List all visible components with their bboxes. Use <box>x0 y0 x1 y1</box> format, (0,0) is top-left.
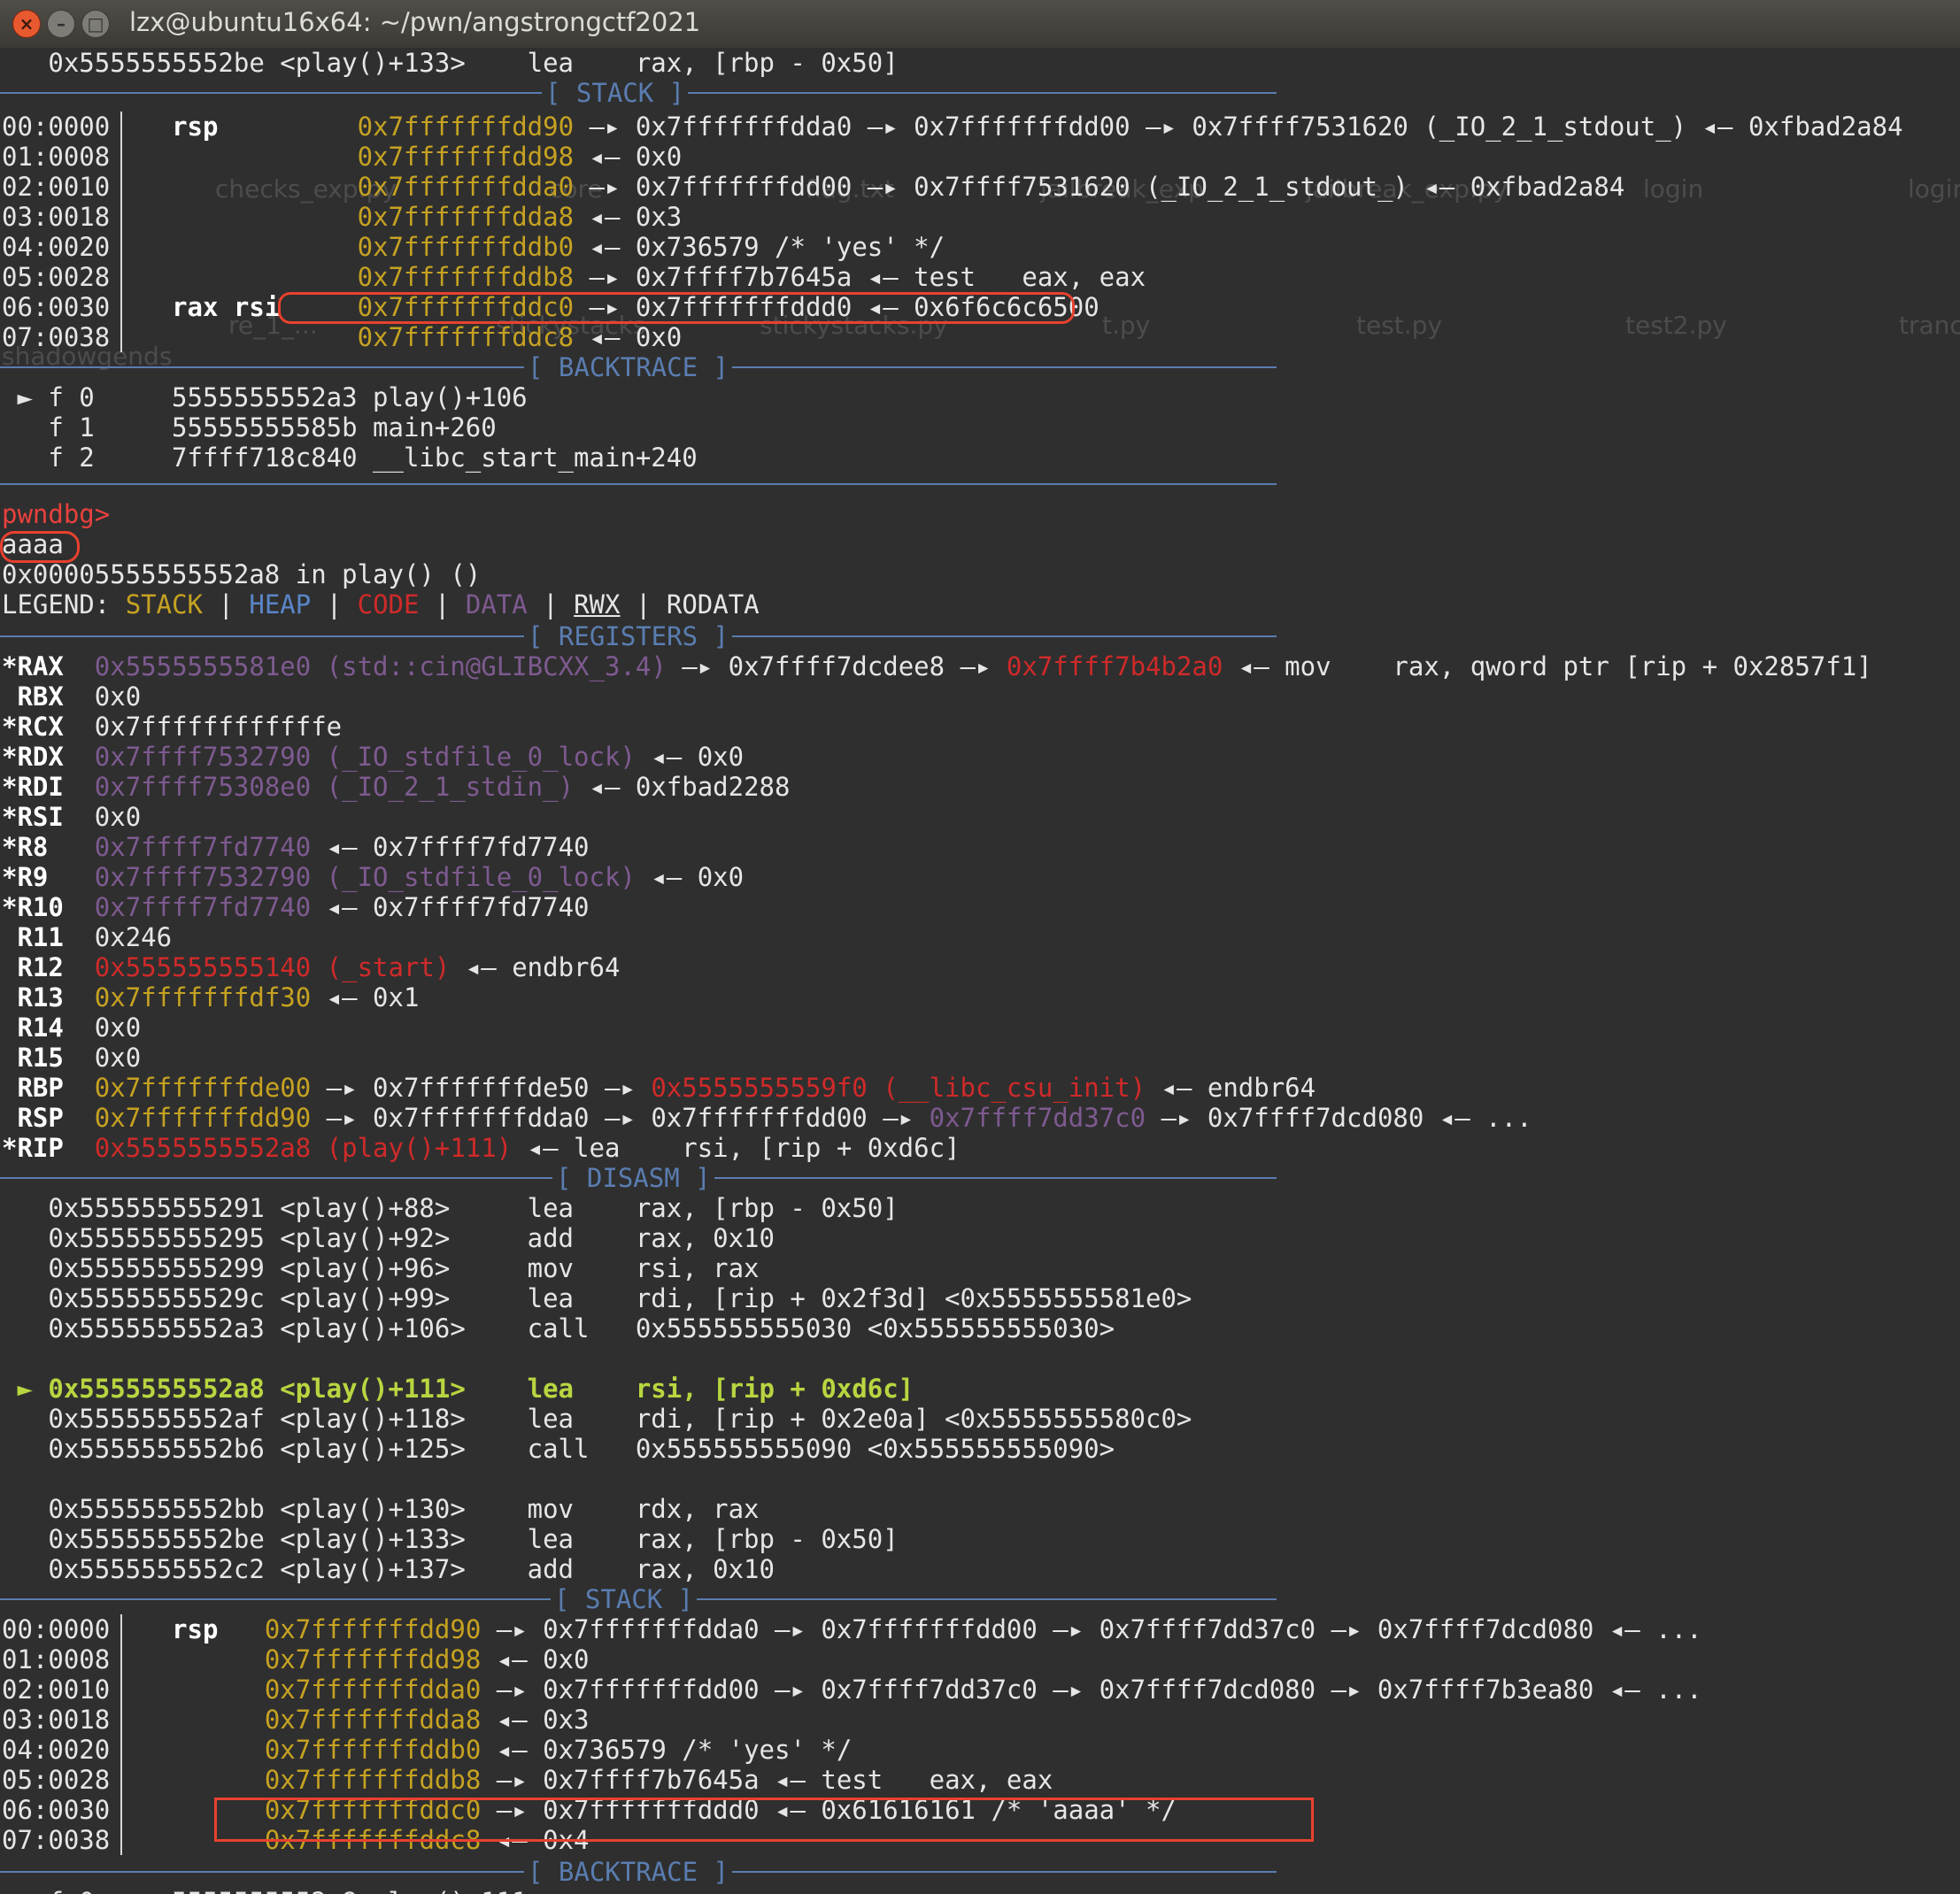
disasm-current-line: ► 0x5555555552a8 <play()+111> lea rsi, [… <box>2 1374 914 1404</box>
stack-entry: 04:0020 0x7fffffffddb0 ◂— 0x736579 /* 'y… <box>2 232 945 262</box>
register-r15: R15 0x0 <box>2 1043 142 1073</box>
register-rbp: RBP 0x7fffffffde00 —▸ 0x7fffffffde50 —▸ … <box>2 1073 1316 1103</box>
desktop-icon-label: test.py <box>1356 311 1443 340</box>
register-r12: R12 0x555555555140 (_start) ◂— endbr64 <box>2 952 621 982</box>
register-rsp: RSP 0x7fffffffdd90 —▸ 0x7fffffffdda0 —▸ … <box>2 1103 1532 1133</box>
window-titlebar: × – □ lzx@ubuntu16x64: ~/pwn/angstrongct… <box>0 0 1960 49</box>
stack-entry: 00:0000 rsp 0x7fffffffdd90 —▸ 0x7fffffff… <box>2 112 1903 142</box>
disasm-line: 0x5555555552be <play()+133> lea rax, [rb… <box>2 1524 899 1554</box>
desktop-icon-label: test2.py <box>1625 311 1727 340</box>
minimize-button[interactable]: – <box>47 10 75 38</box>
stack-header: [ STACK ] <box>542 78 689 108</box>
backtrace-frame: ► f 0 5555555552a3 play()+106 <box>2 382 528 412</box>
register-r13: R13 0x7fffffffdf30 ◂— 0x1 <box>2 982 420 1012</box>
desktop-icon-label: tranc <box>1899 311 1960 340</box>
maximize-button[interactable]: □ <box>81 10 110 38</box>
stack-entry: 04:0020 0x7fffffffddb0 ◂— 0x736579 /* 'y… <box>2 1735 853 1765</box>
disasm-line: 0x5555555552be <play()+133> lea rax, [rb… <box>2 48 899 78</box>
disasm-line: 0x5555555552af <play()+118> lea rdi, [ri… <box>2 1404 1192 1434</box>
desktop-icon-label: login <box>1908 174 1960 204</box>
backtrace-frame: f 1 55555555585b main+260 <box>2 412 497 443</box>
stack-header: [ STACK ] <box>551 1584 698 1614</box>
disasm-line: 0x5555555552a3 <play()+106> call 0x55555… <box>2 1313 1115 1344</box>
highlight-input-circle <box>0 531 80 563</box>
backtrace-header: [ BACKTRACE ] <box>524 1857 732 1887</box>
disasm-line: 0x555555555299 <play()+96> mov rsi, rax <box>2 1253 760 1283</box>
disasm-header: [ DISASM ] <box>552 1163 714 1193</box>
pwndbg-prompt: pwndbg> <box>2 499 111 529</box>
register-rbx: RBX 0x0 <box>2 681 142 712</box>
disasm-line: 0x5555555552b6 <play()+125> call 0x55555… <box>2 1434 1115 1464</box>
stack-entry: 02:0010 0x7fffffffdda0 —▸ 0x7fffffffdd00… <box>2 172 1625 202</box>
window-title: lzx@ubuntu16x64: ~/pwn/angstrongctf2021 <box>129 7 701 37</box>
desktop-icon-label: login <box>1643 174 1704 204</box>
stack-entry: 01:0008 0x7fffffffdd98 ◂— 0x0 <box>2 142 683 172</box>
register-r11: R11 0x246 <box>2 922 173 952</box>
disasm-line: 0x555555555295 <play()+92> add rax, 0x10 <box>2 1223 775 1253</box>
disasm-line: 0x5555555552bb <play()+130> mov rdx, rax <box>2 1494 760 1524</box>
register-r8: *R8 0x7ffff7fd7740 ◂— 0x7ffff7fd7740 <box>2 832 590 862</box>
terminal-pane[interactable]: checks_exp.py core flag.txt jailbreak_ex… <box>0 48 1960 1894</box>
highlight-stack-entry-box <box>214 1798 1314 1842</box>
backtrace-frame: f 2 7ffff718c840 __libc_start_main+240 <box>2 443 698 473</box>
register-rsi: *RSI 0x0 <box>2 802 142 832</box>
stack-entry: 03:0018 0x7fffffffdda8 ◂— 0x3 <box>2 202 683 232</box>
stack-entry: 02:0010 0x7fffffffdda0 —▸ 0x7fffffffdd00… <box>2 1675 1702 1705</box>
highlight-stack-entry-box <box>278 292 1075 324</box>
register-rip: *RIP 0x5555555552a8 (play()+111) ◂— lea … <box>2 1133 961 1163</box>
stop-location: 0x00005555555552a8 in play() () <box>2 559 482 589</box>
register-rdx: *RDX 0x7ffff7532790 (_IO_stdfile_0_lock)… <box>2 742 745 772</box>
disasm-line: 0x55555555529c <play()+99> lea rdi, [rip… <box>2 1283 1192 1313</box>
stack-entry: 05:0028 0x7fffffffddb8 —▸ 0x7ffff7b7645a… <box>2 1765 1053 1795</box>
register-rax: *RAX 0x5555555581e0 (std::cin@GLIBCXX_3.… <box>2 651 1872 681</box>
stack-entry: 01:0008 0x7fffffffdd98 ◂— 0x0 <box>2 1644 590 1675</box>
register-r10: *R10 0x7ffff7fd7740 ◂— 0x7ffff7fd7740 <box>2 892 590 922</box>
disasm-line: 0x5555555552c2 <play()+137> add rax, 0x1… <box>2 1554 775 1584</box>
stack-entry: 07:0038 0x7fffffffddc8 ◂— 0x0 <box>2 322 683 352</box>
close-button[interactable]: × <box>12 10 41 38</box>
backtrace-frame: ► f 0 5555555552a8 play()+111 <box>2 1887 527 1894</box>
stack-entry: 00:0000 rsp 0x7fffffffdd90 —▸ 0x7fffffff… <box>2 1614 1702 1644</box>
stack-entry: 05:0028 0x7fffffffddb8 —▸ 0x7ffff7b7645a… <box>2 262 1146 292</box>
backtrace-header: [ BACKTRACE ] <box>524 352 732 382</box>
register-r9: *R9 0x7ffff7532790 (_IO_stdfile_0_lock) … <box>2 862 745 892</box>
stack-entry: 03:0018 0x7fffffffdda8 ◂— 0x3 <box>2 1705 590 1735</box>
registers-header: [ REGISTERS ] <box>524 621 732 651</box>
register-rcx: *RCX 0x7ffffffffffffe <box>2 712 343 742</box>
register-r14: R14 0x0 <box>2 1012 142 1043</box>
legend: LEGEND: STACK | HEAP | CODE | DATA | RWX… <box>2 589 760 620</box>
disasm-line: 0x555555555291 <play()+88> lea rax, [rbp… <box>2 1193 899 1223</box>
desktop-icon-label: t.py <box>1102 311 1151 340</box>
register-rdi: *RDI 0x7ffff75308e0 (_IO_2_1_stdin_) ◂— … <box>2 772 791 802</box>
section-divider <box>0 483 1277 485</box>
